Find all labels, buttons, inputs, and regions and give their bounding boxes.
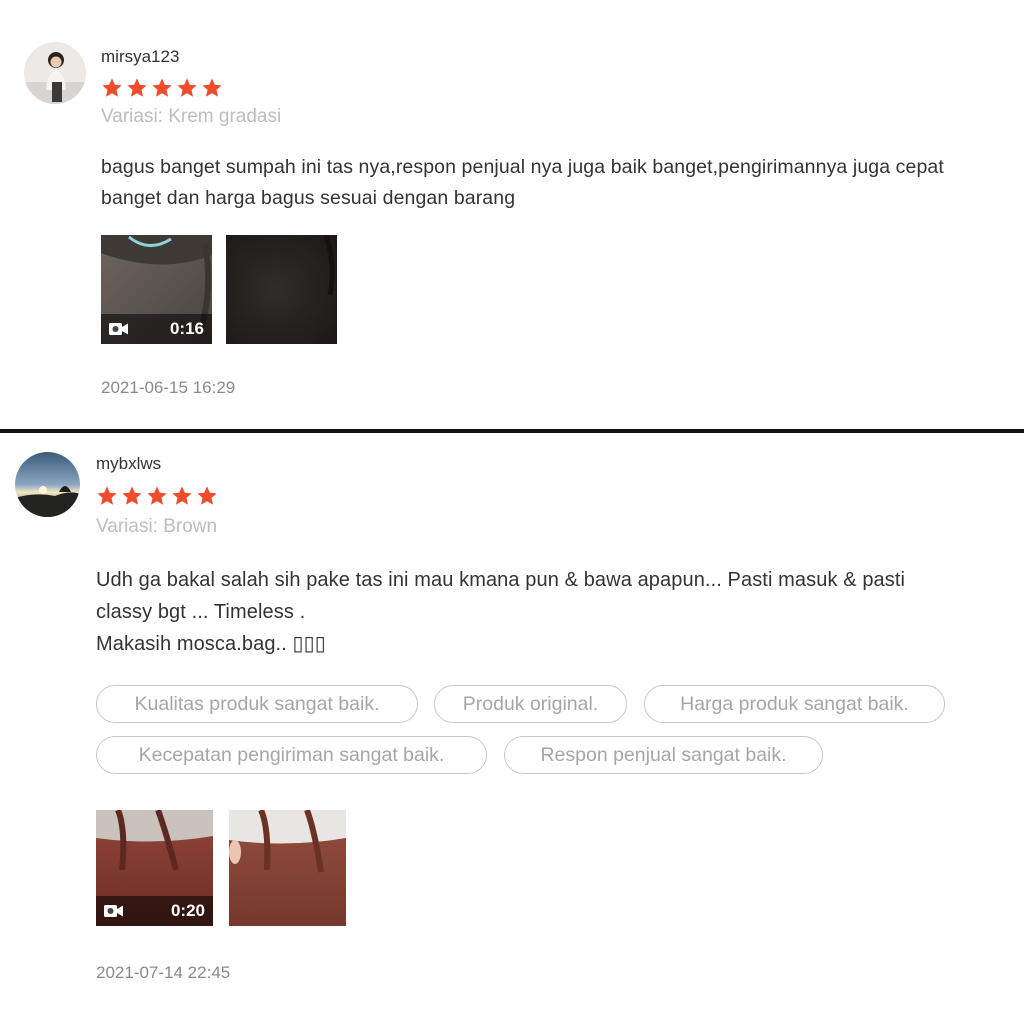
review-card: mirsya123 Variasi: Krem gradasi bagus ba… <box>0 0 1024 430</box>
reviewer-username: mirsya123 <box>101 47 180 66</box>
star-icon <box>127 78 147 97</box>
star-icon <box>152 78 172 97</box>
reviewer-username: mybxlws <box>96 454 162 473</box>
review-timestamp: 2021-06-15 16:29 <box>101 378 236 397</box>
review-text: bagus banget sumpah ini tas nya,respon p… <box>101 152 1016 214</box>
video-camera-icon <box>109 323 128 335</box>
star-icon <box>177 78 197 97</box>
star-icon <box>202 78 222 97</box>
star-rating <box>96 485 218 507</box>
star-rating <box>101 77 223 99</box>
star-icon <box>147 486 167 505</box>
video-duration: 0:20 <box>170 901 205 920</box>
star-icon <box>172 486 192 505</box>
video-overlay-bar: 0:20 <box>96 896 213 926</box>
star-icon <box>97 486 117 505</box>
avatar[interactable] <box>15 452 80 517</box>
star-icon <box>122 486 142 505</box>
avatar[interactable] <box>24 42 86 104</box>
video-duration: 0:16 <box>169 319 204 338</box>
review-text: Udh ga bakal salah sih pake tas ini mau … <box>96 564 1016 660</box>
review-divider <box>0 429 1024 433</box>
review-text-line: Udh ga bakal salah sih pake tas ini mau … <box>96 569 906 591</box>
review-video-thumbnail[interactable]: 0:16 <box>101 235 212 344</box>
review-tag: Harga produk sangat baik. <box>644 685 945 723</box>
variation-label: Variasi: Brown <box>96 516 218 537</box>
review-text-line: classy bgt ... Timeless . <box>96 601 306 623</box>
review-image-thumbnail[interactable] <box>226 235 337 344</box>
review-image-thumbnail[interactable] <box>229 810 346 926</box>
star-icon <box>197 486 217 505</box>
star-icon <box>102 78 122 97</box>
review-video-thumbnail[interactable]: 0:20 <box>96 810 213 926</box>
video-overlay-bar: 0:16 <box>101 314 212 344</box>
review-tag: Respon penjual sangat baik. <box>504 736 823 774</box>
video-camera-icon <box>104 905 123 917</box>
review-timestamp: 2021-07-14 22:45 <box>96 963 231 982</box>
review-tag: Kecepatan pengiriman sangat baik. <box>96 736 487 774</box>
review-text-line: Makasih mosca.bag.. ▯▯▯ <box>96 633 326 655</box>
review-tag: Produk original. <box>434 685 627 723</box>
review-text-line: banget dan harga bagus sesuai dengan bar… <box>101 187 516 209</box>
review-card: mybxlws Variasi: Brown Udh ga bakal sala… <box>0 434 1024 1024</box>
review-tag: Kualitas produk sangat baik. <box>96 685 418 723</box>
variation-label: Variasi: Krem gradasi <box>101 106 282 127</box>
review-text-line: bagus banget sumpah ini tas nya,respon p… <box>101 156 944 178</box>
